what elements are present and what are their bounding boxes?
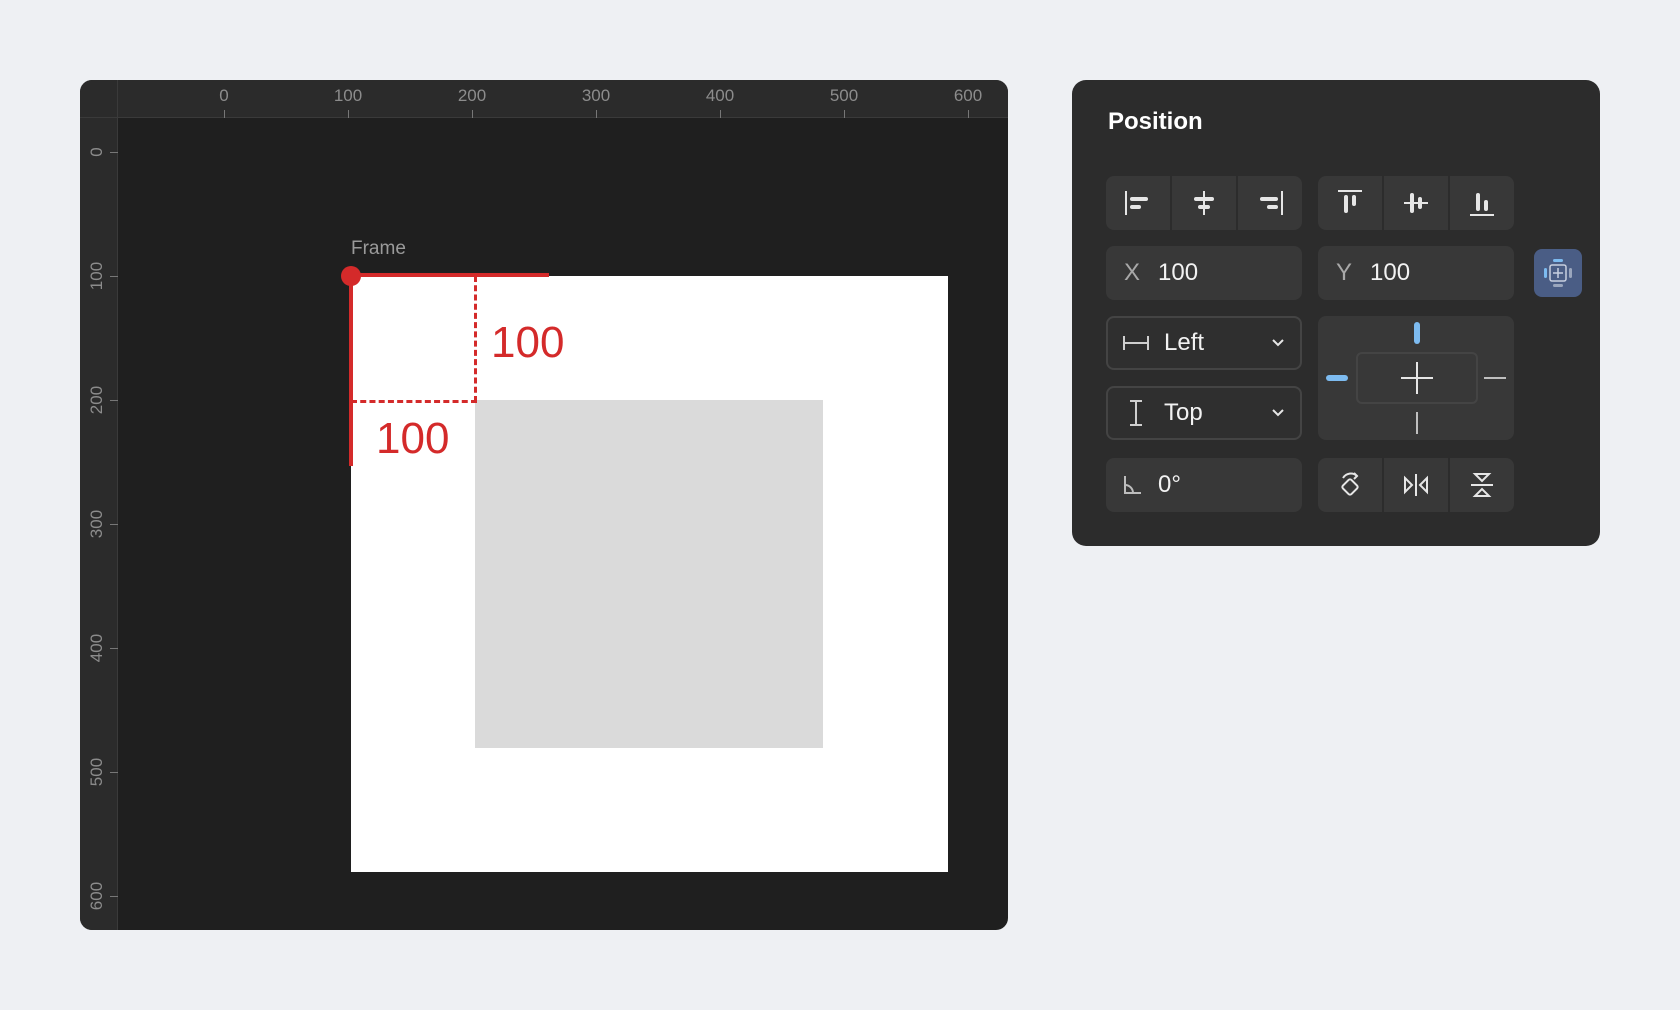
chevron-down-icon — [1272, 339, 1284, 347]
align-bottom-icon — [1470, 193, 1494, 216]
ruler-tick: 100 — [80, 246, 118, 306]
flip-horizontal-button[interactable] — [1382, 458, 1448, 512]
origin-point — [341, 266, 361, 286]
align-left-icon — [1125, 191, 1148, 215]
top-constraint-line — [1414, 322, 1420, 344]
ruler-tick: 500 — [80, 742, 118, 802]
ruler-tick: 200 — [80, 370, 118, 430]
ruler-tick: 500 — [814, 80, 874, 118]
rotation-value[interactable]: 0° — [1158, 471, 1181, 499]
align-vertical-center-icon — [1404, 193, 1428, 213]
constraint-widget — [1318, 316, 1514, 440]
y-offset-guide — [351, 400, 477, 403]
horizontal-constraint-select[interactable]: Left — [1106, 316, 1302, 370]
ruler-tick: 0 — [194, 80, 254, 118]
rotate-icon — [1341, 472, 1359, 496]
vertical-constraint-value: Top — [1164, 399, 1203, 426]
design-canvas[interactable]: 0 100 200 300 400 500 600 0 100 200 300 … — [80, 80, 1008, 930]
y-value[interactable]: 100 — [1370, 259, 1410, 287]
y-offset-label: 100 — [376, 414, 450, 463]
align-horizontal-center-button[interactable] — [1170, 176, 1236, 230]
x-offset-guide — [474, 276, 477, 402]
left-constraint-line — [1326, 375, 1348, 381]
ruler-tick: 600 — [938, 80, 998, 118]
y-prefix: Y — [1335, 259, 1352, 286]
ruler-tick: 400 — [80, 618, 118, 678]
horizontal-constraint-icon — [1123, 336, 1149, 350]
horizontal-ruler: 0 100 200 300 400 500 600 — [118, 80, 1008, 118]
vertical-ruler: 0 100 200 300 400 500 600 — [80, 118, 118, 930]
frame-left-edge-highlight — [349, 276, 353, 466]
vertical-constraint-select[interactable]: Top — [1106, 386, 1302, 440]
constraint-toggle-icon — [1544, 259, 1572, 287]
align-right-icon — [1260, 191, 1283, 215]
panel-title: Position — [1108, 108, 1203, 135]
ruler-tick: 400 — [690, 80, 750, 118]
constraint-toggle-button[interactable] — [1534, 249, 1582, 297]
frame-label[interactable]: Frame — [351, 238, 406, 260]
rotation-field[interactable]: 0° — [1106, 458, 1302, 512]
ruler-corner — [80, 80, 118, 118]
align-horizontal-center-icon — [1194, 191, 1214, 215]
rotate-button[interactable] — [1318, 458, 1382, 512]
vertical-constraint-icon — [1130, 400, 1142, 426]
ruler-tick: 0 — [80, 122, 118, 182]
align-right-button[interactable] — [1236, 176, 1302, 230]
ruler-tick: 600 — [80, 866, 118, 926]
vertical-align-group — [1318, 176, 1514, 230]
ruler-tick: 300 — [80, 494, 118, 554]
align-top-button[interactable] — [1318, 176, 1382, 230]
y-position-field[interactable]: Y 100 — [1318, 246, 1514, 300]
align-top-icon — [1338, 190, 1362, 213]
ruler-tick: 100 — [318, 80, 378, 118]
frame-top-edge-highlight — [351, 273, 549, 277]
flip-horizontal-icon — [1404, 474, 1428, 496]
flip-vertical-icon — [1471, 473, 1493, 497]
position-panel: Position X 100 Y 100 Left Top 0° — [1072, 80, 1600, 546]
align-bottom-button[interactable] — [1448, 176, 1514, 230]
ruler-tick: 200 — [442, 80, 502, 118]
flip-vertical-button[interactable] — [1448, 458, 1514, 512]
child-rectangle[interactable] — [475, 400, 823, 748]
chevron-down-icon — [1272, 409, 1284, 417]
x-position-field[interactable]: X 100 — [1106, 246, 1302, 300]
x-offset-label: 100 — [491, 318, 565, 367]
align-left-button[interactable] — [1106, 176, 1170, 230]
transform-group — [1318, 458, 1514, 512]
horizontal-align-group — [1106, 176, 1302, 230]
align-vertical-center-button[interactable] — [1382, 176, 1448, 230]
x-prefix: X — [1123, 259, 1140, 286]
ruler-tick: 300 — [566, 80, 626, 118]
x-value[interactable]: 100 — [1158, 259, 1198, 287]
constraint-lines — [1326, 322, 1506, 434]
horizontal-constraint-value: Left — [1164, 329, 1205, 356]
angle-icon — [1124, 476, 1141, 494]
